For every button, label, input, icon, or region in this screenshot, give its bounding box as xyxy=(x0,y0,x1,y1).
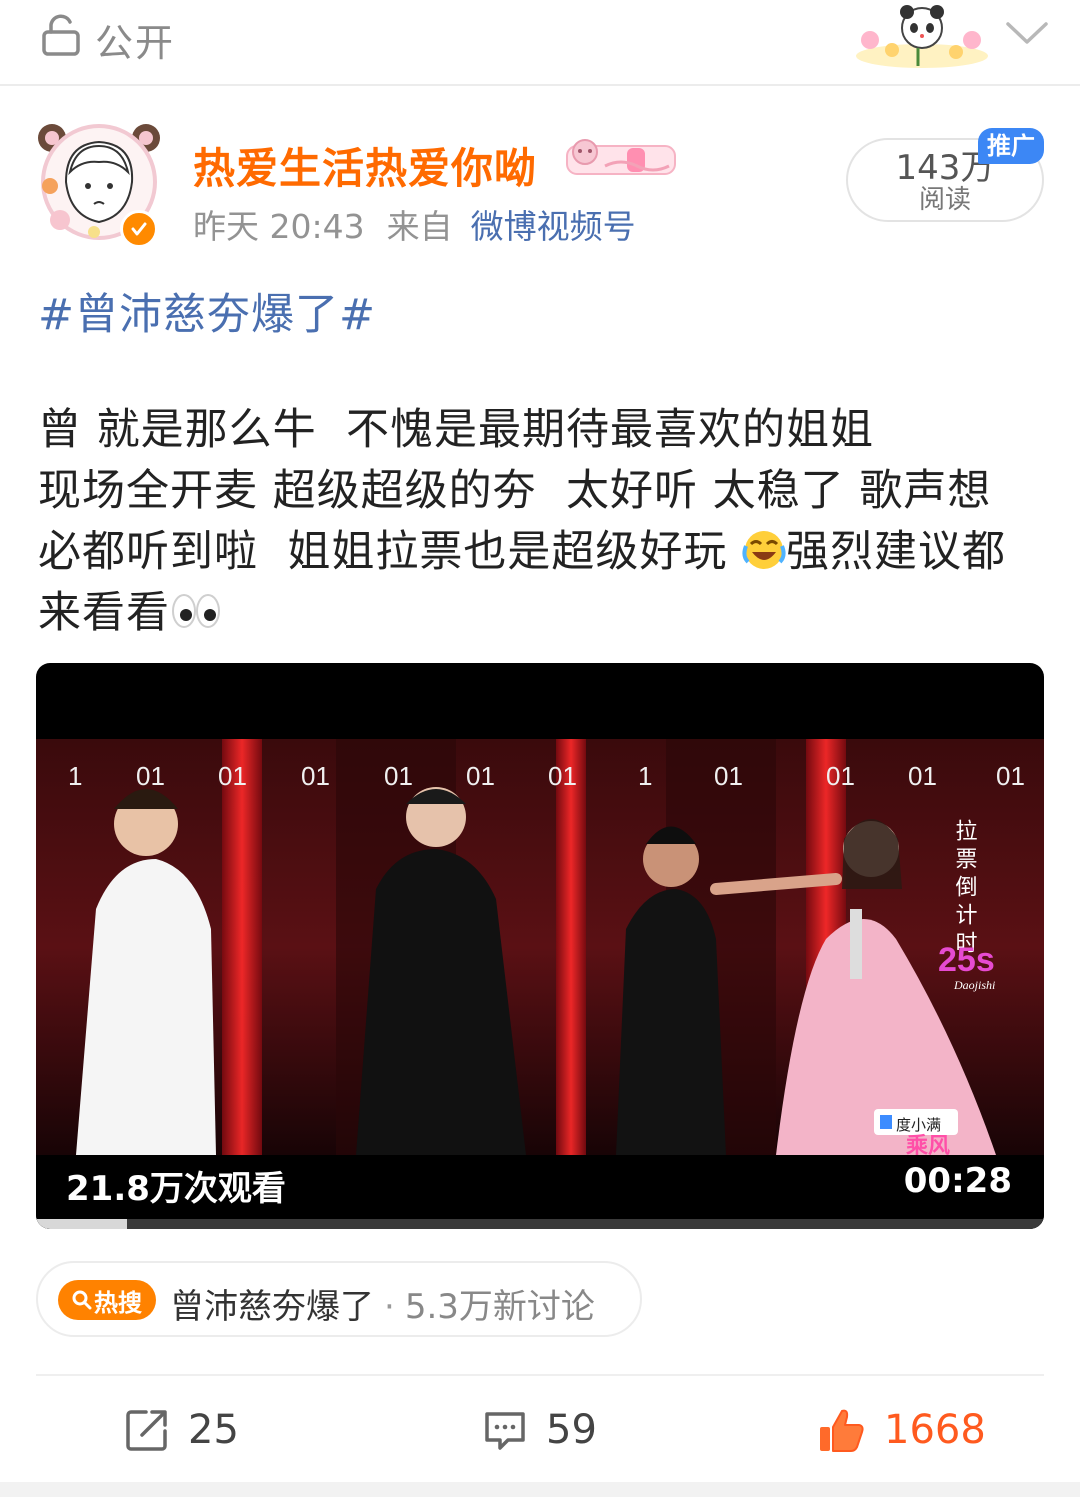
like-button[interactable]: 1668 xyxy=(816,1400,986,1460)
scene-number: 1 xyxy=(68,761,82,791)
lock-icon xyxy=(42,14,80,56)
scene-number: 01 xyxy=(714,761,743,791)
repost-icon xyxy=(126,1410,167,1451)
vote-countdown-caption: 拉票倒计时 xyxy=(952,819,978,959)
divider xyxy=(36,1374,1044,1376)
post-line-tail: 强烈建议都 xyxy=(786,527,1007,577)
post-line: 曾 就是那么牛 不愧是最期待最喜欢的姐姐 xyxy=(38,405,875,455)
video-player[interactable]: 1 01 01 01 01 01 01 1 01 01 01 01 拉票倒计时 … xyxy=(36,663,1044,1229)
username[interactable]: 热爱生活热爱你呦 xyxy=(193,135,537,196)
stage-logo: 乘风 xyxy=(905,1134,950,1155)
post-text: 曾 就是那么牛 不愧是最期待最喜欢的姐姐 现场全开麦 超级超级的夯 太好听 太稳… xyxy=(38,400,1048,644)
hot-search-separator: · xyxy=(384,1287,395,1327)
from-label: 来自 xyxy=(386,207,453,246)
scene-number: 01 xyxy=(826,761,855,791)
scene-number: 01 xyxy=(218,761,247,791)
comment-button[interactable]: 59 xyxy=(482,1400,597,1460)
repost-count: 25 xyxy=(188,1407,239,1453)
post-meta: 昨天 20:43 来自 微博视频号 xyxy=(193,200,636,248)
scene-number: 01 xyxy=(996,761,1025,791)
post-time: 昨天 20:43 xyxy=(193,207,365,246)
hot-search-badge: 热搜 xyxy=(58,1280,156,1320)
crying-laughing-emoji-icon xyxy=(742,531,786,569)
video-progress-bar[interactable] xyxy=(36,1219,1044,1229)
video-duration: 00:28 xyxy=(903,1161,1012,1201)
panda-sticker xyxy=(856,5,988,68)
privacy-label[interactable]: 公开 xyxy=(95,12,175,67)
like-count: 1668 xyxy=(884,1407,986,1453)
repost-button[interactable]: 25 xyxy=(124,1400,239,1460)
comment-icon xyxy=(485,1412,525,1450)
hot-search-topic: 曾沛慈夯爆了 xyxy=(170,1287,374,1327)
member-badge-icon xyxy=(566,139,676,175)
verified-badge xyxy=(120,210,158,248)
promo-tag[interactable]: 推广 xyxy=(978,128,1044,164)
hot-search-text: 曾沛慈夯爆了 · 5.3万新讨论 xyxy=(170,1279,595,1328)
chevron-down-icon[interactable] xyxy=(1004,18,1050,48)
countdown-number: 25s xyxy=(938,941,995,979)
eyes-emoji-icon xyxy=(172,594,220,628)
hashtag-link[interactable]: #曾沛慈夯爆了# xyxy=(38,280,376,342)
countdown-script: Daojishi xyxy=(953,978,995,992)
search-icon xyxy=(72,1290,92,1310)
scene-number: 01 xyxy=(908,761,937,791)
scene-number: 01 xyxy=(301,761,330,791)
scene-number: 01 xyxy=(384,761,413,791)
footer-strip xyxy=(0,1482,1080,1497)
post-line: 现场全开麦 超级超级的夯 太好听 太稳了 歌声想 xyxy=(38,466,992,516)
comment-count: 59 xyxy=(546,1407,597,1453)
read-label: 阅读 xyxy=(918,185,971,215)
source-link[interactable]: 微博视频号 xyxy=(471,207,636,246)
thumbs-up-icon xyxy=(820,1409,864,1452)
video-frame[interactable]: 1 01 01 01 01 01 01 1 01 01 01 01 拉票倒计时 … xyxy=(36,739,1044,1155)
post-line-text: 必都听到啦 姐姐拉票也是超级好玩 xyxy=(38,527,743,577)
scene-number: 01 xyxy=(136,761,165,791)
scene-number: 01 xyxy=(466,761,495,791)
scene-number: 01 xyxy=(548,761,577,791)
check-icon xyxy=(131,222,147,236)
hot-search-badge-label: 热搜 xyxy=(94,1288,142,1317)
video-progress-fill xyxy=(36,1219,127,1229)
sponsor-logo: 度小满 xyxy=(896,1116,941,1134)
hot-search-discussions: 5.3万新讨论 xyxy=(404,1287,595,1327)
post-line-text: 来看看 xyxy=(38,588,170,638)
post-line-4: 来看看 xyxy=(38,583,1048,644)
top-bar: 公开 xyxy=(0,0,1080,86)
scene-number: 1 xyxy=(638,761,652,791)
video-view-count: 21.8万次观看 xyxy=(66,1169,286,1209)
hot-search-pill[interactable]: 热搜 曾沛慈夯爆了 · 5.3万新讨论 xyxy=(36,1261,642,1337)
post-line-3: 必都听到啦 姐姐拉票也是超级好玩 强烈建议都 xyxy=(38,522,1048,583)
